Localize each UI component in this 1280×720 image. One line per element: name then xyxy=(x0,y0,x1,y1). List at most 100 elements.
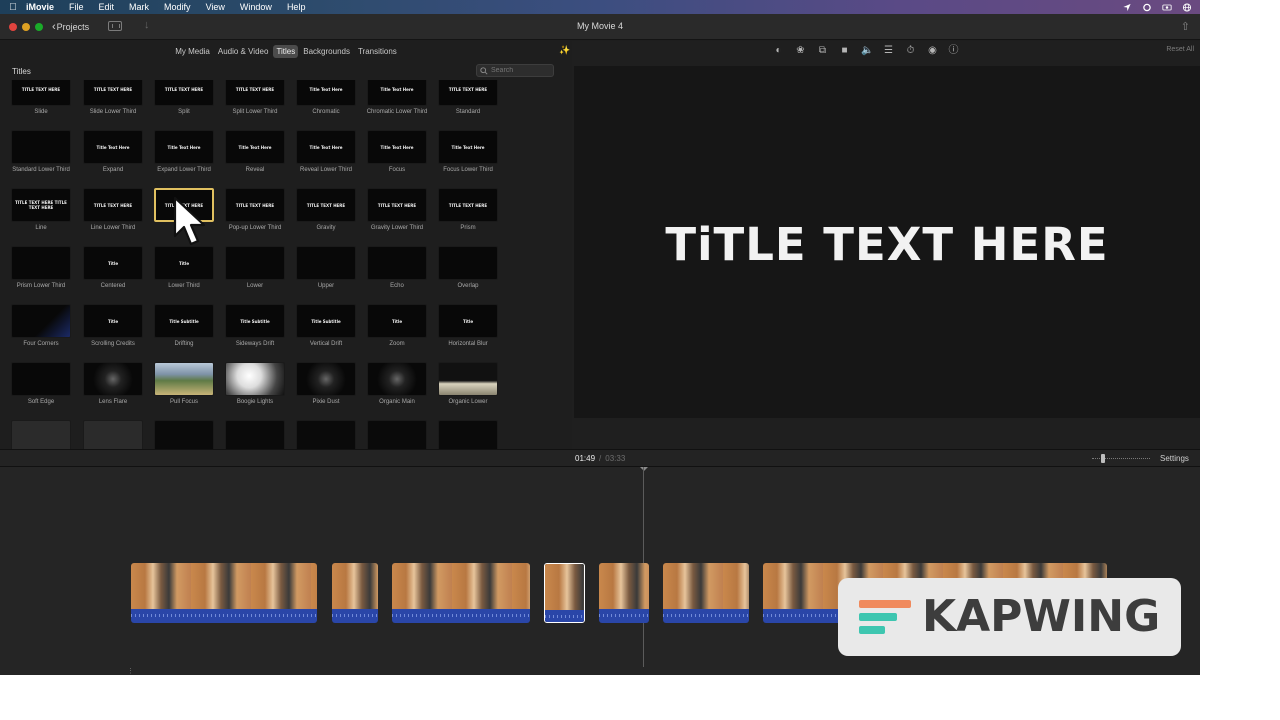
title-thumbnail: Title xyxy=(154,246,214,280)
magic-wand-icon[interactable]: ✨ xyxy=(559,45,570,55)
stabilization-icon[interactable]: ■ xyxy=(839,45,850,56)
timeline-clip[interactable] xyxy=(392,563,530,623)
timeline-clip[interactable] xyxy=(544,563,585,623)
video-preview[interactable]: TiTLE TEXT HERE xyxy=(574,66,1200,418)
menu-help[interactable]: Help xyxy=(287,2,306,12)
title-thumbnail: Title xyxy=(367,304,427,338)
title-thumbnail: Title Text Here xyxy=(296,130,356,164)
thumbnail-text: Title Subtitle xyxy=(311,318,341,324)
thumbnail-text: Title Subtitle xyxy=(240,318,270,324)
zoom-slider-knob[interactable] xyxy=(1101,454,1105,463)
title-tile-label: Expand xyxy=(102,167,124,173)
share-icon[interactable]: ⇧ xyxy=(1181,20,1190,33)
timeline-clip[interactable] xyxy=(663,563,749,623)
title-tile-label: Scrolling Credits xyxy=(91,341,135,347)
menu-window[interactable]: Window xyxy=(240,2,272,12)
title-thumbnail[interactable] xyxy=(367,420,427,449)
thumbnail-text: Title xyxy=(178,260,190,266)
preview-title-text: TiTLE TEXT HERE xyxy=(665,218,1109,271)
title-thumbnail: TITLE TEXT HERE xyxy=(11,80,71,106)
thumbnail-text: Title xyxy=(391,318,403,324)
window-title: My Movie 4 xyxy=(576,21,623,31)
title-thumbnail[interactable] xyxy=(11,420,71,449)
title-thumbnail xyxy=(367,246,427,280)
thumbnail-text: Title Subtitle xyxy=(169,318,199,324)
clip-audio-waveform xyxy=(663,609,749,623)
title-tile-label: Four Corners xyxy=(23,341,59,347)
title-thumbnail[interactable] xyxy=(83,420,143,449)
title-tile-label: Pixie Dust xyxy=(312,399,340,405)
title-thumbnail xyxy=(367,362,427,396)
menu-view[interactable]: View xyxy=(206,2,225,12)
title-thumbnail[interactable] xyxy=(225,420,285,449)
menu-app-name[interactable]: iMovie xyxy=(26,2,54,12)
thumbnail-text: Title xyxy=(107,318,119,324)
speed-icon[interactable]: ⏱ xyxy=(905,45,916,56)
location-icon[interactable] xyxy=(1122,3,1132,12)
tab-my-media[interactable]: My Media xyxy=(172,45,213,58)
timeline-clip[interactable] xyxy=(599,563,649,623)
playhead-marker-icon[interactable] xyxy=(640,467,648,471)
menu-edit[interactable]: Edit xyxy=(99,2,115,12)
crop-icon[interactable]: ⧉ xyxy=(817,45,828,56)
info-icon[interactable]: ⓘ xyxy=(948,45,959,56)
menu-modify[interactable]: Modify xyxy=(164,2,191,12)
title-thumbnail: Title Text Here xyxy=(367,80,427,106)
tab-transitions[interactable]: Transitions xyxy=(355,45,400,58)
title-thumbnail[interactable] xyxy=(438,420,498,449)
clip-filter-icon[interactable]: ◉ xyxy=(927,45,938,56)
title-thumbnail[interactable] xyxy=(154,420,214,449)
tab-audio-video[interactable]: Audio & Video xyxy=(215,45,272,58)
color-correction-icon[interactable]: ❀ xyxy=(795,45,806,56)
reset-all-button[interactable]: Reset All xyxy=(1166,46,1194,53)
menu-file[interactable]: File xyxy=(69,2,84,12)
title-tile-label: Sideways Drift xyxy=(235,341,275,347)
title-thumbnail: TITLE TEXT HERE xyxy=(83,80,143,106)
clip-video-frames xyxy=(663,563,749,609)
title-tile-label: Pull Focus xyxy=(169,399,198,405)
noise-reduction-icon[interactable]: ☰ xyxy=(883,45,894,56)
title-tile-label: Gravity xyxy=(316,225,336,231)
thumbnail-text: Title Text Here xyxy=(309,144,343,150)
title-tile-label: Lower Third xyxy=(168,283,200,289)
title-tile-label: Lens Flare xyxy=(98,399,128,405)
tab-titles[interactable]: Titles xyxy=(273,44,299,58)
clip-video-frames xyxy=(545,564,584,610)
title-tile-label: Standard xyxy=(455,109,481,115)
timeline-clip[interactable] xyxy=(332,563,378,623)
thumbnail-text: TITLE TEXT HERE xyxy=(93,202,133,208)
apple-icon[interactable]:  xyxy=(0,2,26,13)
volume-icon[interactable]: 🔈 xyxy=(861,45,873,56)
creative-cloud-icon[interactable] xyxy=(1142,3,1152,12)
globe-icon[interactable] xyxy=(1182,2,1192,12)
title-tile-label: Vertical Drift xyxy=(309,341,343,347)
title-thumbnail[interactable] xyxy=(296,420,356,449)
title-thumbnail: TITLE TEXT HERE xyxy=(296,188,356,222)
title-thumbnail: Title Subtitle xyxy=(225,304,285,338)
timeline-toolbar: 01:49/03:33 Settings xyxy=(0,449,1200,467)
clip-video-frames xyxy=(131,563,317,609)
title-thumbnail: Title Text Here xyxy=(225,130,285,164)
title-thumbnail: Title Text Here xyxy=(296,80,356,106)
search-icon xyxy=(480,67,488,75)
title-tile-label: Standard Lower Third xyxy=(12,167,70,173)
title-tile-label: Drifting xyxy=(174,341,194,347)
title-tile-label: Line Lower Third xyxy=(90,225,136,231)
title-tile-label: Focus Lower Third xyxy=(443,167,493,173)
tab-backgrounds[interactable]: Backgrounds xyxy=(300,45,353,58)
screen-record-icon[interactable] xyxy=(1162,3,1172,12)
kapwing-wordmark: KAPWING xyxy=(922,591,1161,642)
section-title: Titles xyxy=(12,67,31,76)
title-bar: ‹Projects ↓ My Movie 4 ⇧ xyxy=(0,14,1200,40)
kapwing-watermark: KAPWING xyxy=(838,578,1181,656)
title-thumbnail xyxy=(225,362,285,396)
timeline-settings-button[interactable]: Settings xyxy=(1160,454,1189,463)
color-balance-icon[interactable]: ◐ xyxy=(773,45,784,56)
title-tile-label: Centered xyxy=(100,283,126,289)
title-tile-label: Chromatic xyxy=(312,109,340,115)
menu-mark[interactable]: Mark xyxy=(129,2,149,12)
thumbnail-text: TITLE TEXT HERE xyxy=(235,86,275,92)
timeline-clip[interactable] xyxy=(131,563,317,623)
title-thumbnail xyxy=(438,362,498,396)
clip-video-frames xyxy=(332,563,378,609)
